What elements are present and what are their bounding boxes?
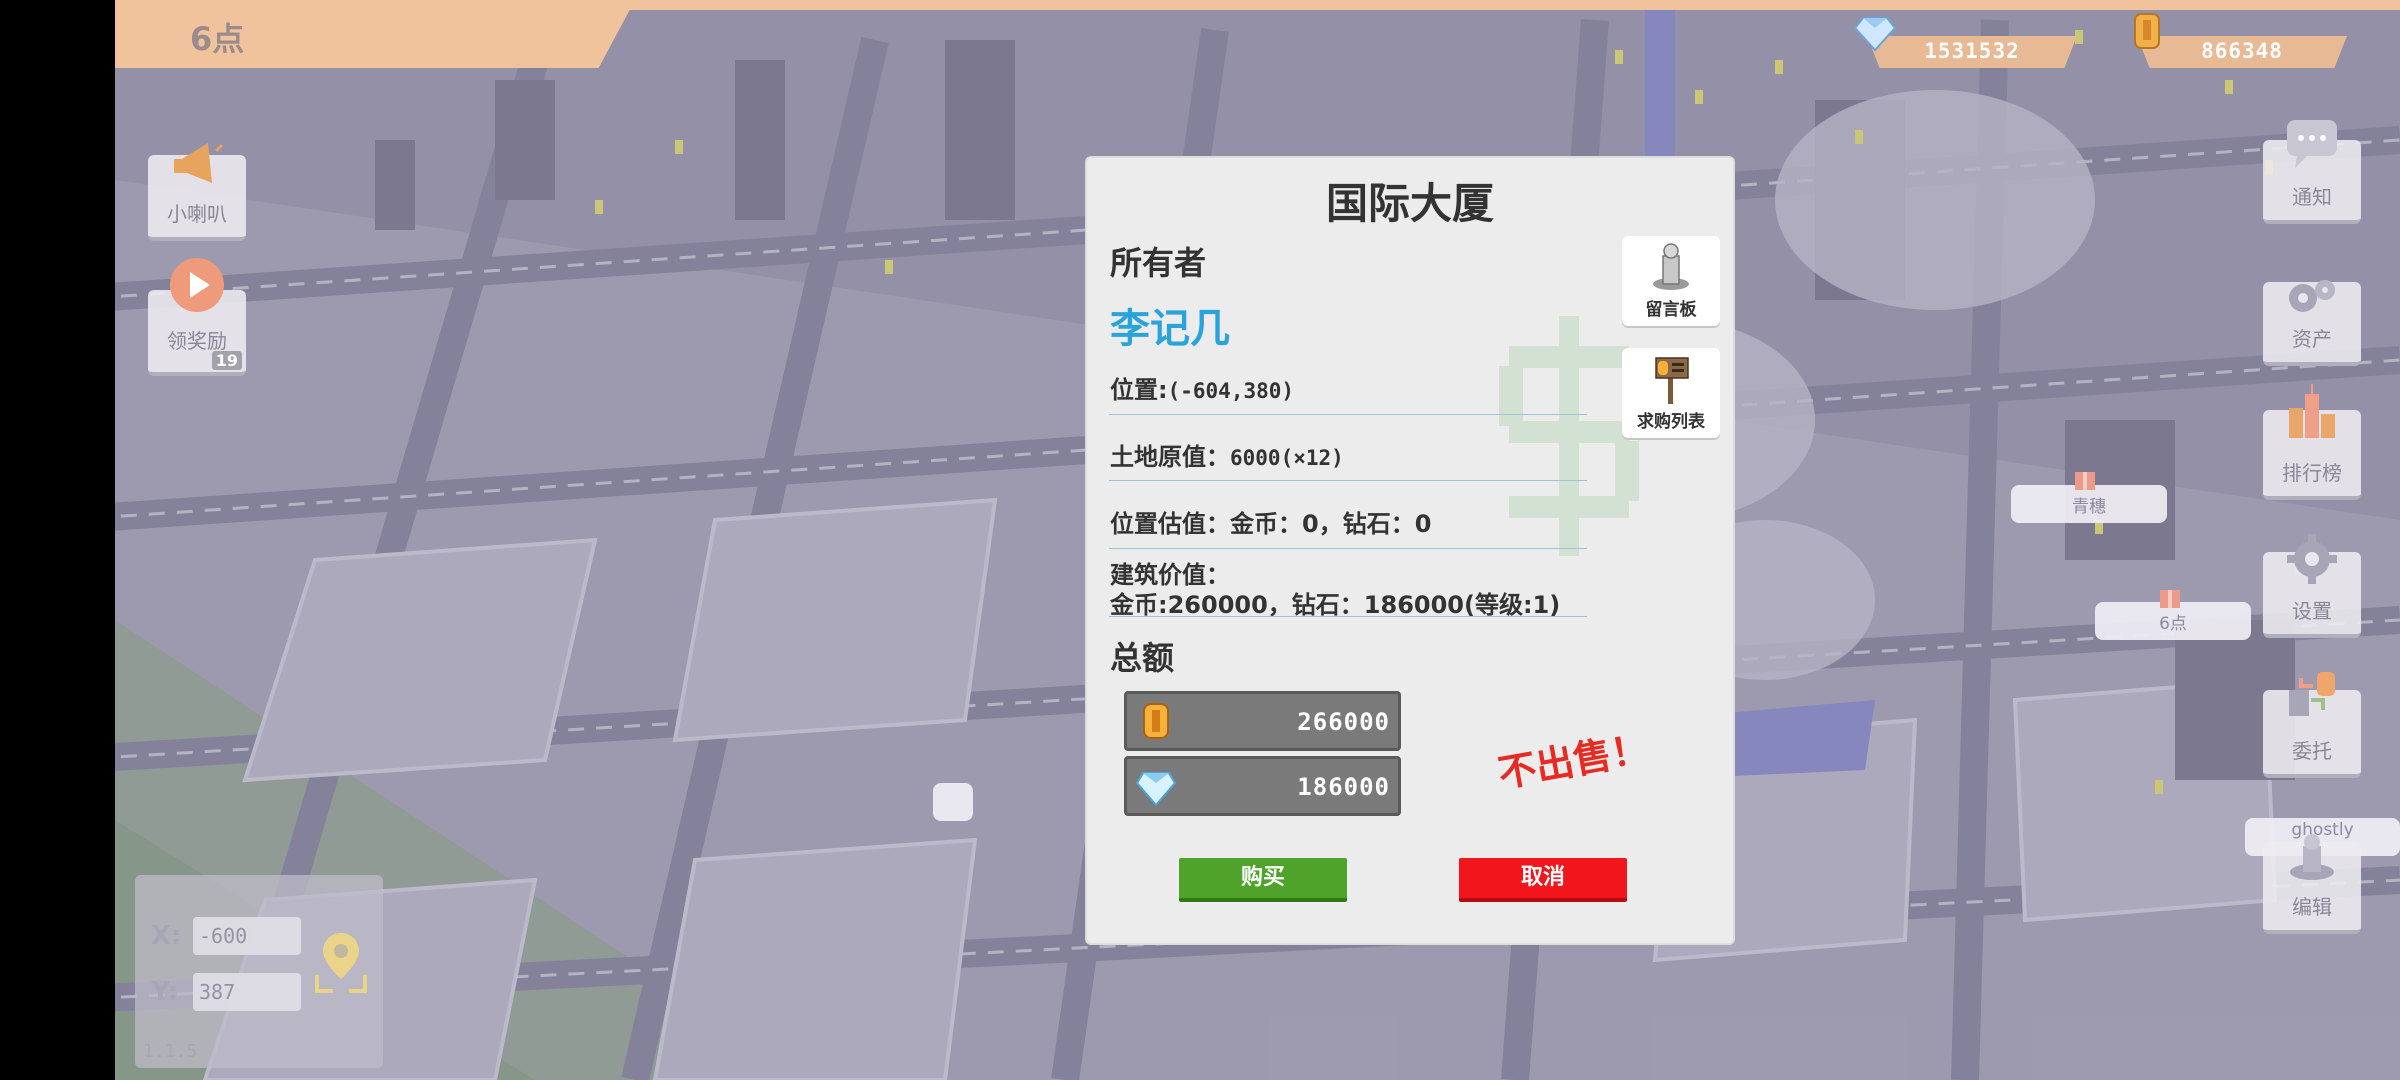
map-bubble-2-label: 6点 <box>2159 614 2187 634</box>
signpost-icon <box>1655 357 1689 404</box>
y-axis-label: Y: <box>151 977 178 1007</box>
divider <box>1109 480 1587 481</box>
y-coordinate-field[interactable]: 387 <box>193 973 301 1011</box>
settings-button[interactable]: 设置 <box>2263 534 2361 638</box>
time-label: 6点 <box>190 20 245 58</box>
statue-icon <box>1653 243 1689 290</box>
notify-label: 通知 <box>2292 185 2332 209</box>
building-chart-icon <box>2289 384 2335 438</box>
speaker-button[interactable]: 小喇叭 <box>148 143 246 241</box>
edit-button[interactable]: 编辑 <box>2263 834 2361 934</box>
coin-icon <box>1143 703 1169 739</box>
buy-button[interactable]: 购买 <box>1179 858 1347 902</box>
rank-label: 排行榜 <box>2282 461 2342 485</box>
diamond-icon <box>1135 772 1177 807</box>
assets-label: 资产 <box>2292 327 2332 351</box>
cancel-button[interactable]: 取消 <box>1459 858 1627 902</box>
rank-button[interactable]: 排行榜 <box>2263 384 2361 500</box>
x-coordinate-field[interactable]: -600 <box>193 917 301 955</box>
building-value: 金币:260000，钻石：186000(等级:1) <box>1110 591 1561 619</box>
chat-bubble-icon <box>2287 120 2337 168</box>
map-bubble-4[interactable] <box>933 783 973 821</box>
locate-pin-icon[interactable] <box>313 925 369 1001</box>
building-info-dialog: 国际大厦 所有者 李记几 位置:(-604,380) 土地原值：6000(×12… <box>1087 158 1733 943</box>
gear-icon <box>2287 534 2337 584</box>
speaker-label: 小喇叭 <box>167 202 227 226</box>
message-board-label: 留言板 <box>1645 300 1697 320</box>
megaphone-icon <box>174 143 224 183</box>
total-diamonds: 186000 <box>1297 773 1390 801</box>
owner-label: 所有者 <box>1110 244 1207 282</box>
reward-button[interactable]: 领奖励 19 <box>148 258 246 376</box>
play-icon <box>170 258 224 312</box>
estimate-label: 位置估值： <box>1110 510 1230 538</box>
version-label: 1.1.5 <box>143 1041 198 1062</box>
settings-label: 设置 <box>2292 599 2332 623</box>
total-label: 总额 <box>1110 639 1175 677</box>
reward-count-badge: 19 <box>211 351 242 370</box>
estimate-row: 位置估值：金币：0，钻石：0 <box>1110 504 1431 539</box>
gift-icon <box>2075 472 2095 490</box>
total-coins: 266000 <box>1297 708 1390 736</box>
building-title: 国际大厦 <box>1325 179 1494 228</box>
total-coins-bar: 266000 <box>1124 691 1401 751</box>
notify-button[interactable]: 通知 <box>2263 120 2361 224</box>
map-bubble-1-label: 青穗 <box>2072 497 2106 517</box>
land-value-label: 土地原值： <box>1110 443 1230 471</box>
owner-name[interactable]: 李记几 <box>1110 296 1230 354</box>
divider <box>1109 414 1587 415</box>
game-view[interactable]: 6点 1531532 866348 小喇叭 领奖励 19 X: -600 Y: … <box>115 0 2400 1080</box>
buy-list-button[interactable]: 求购列表 <box>1622 348 1720 438</box>
total-diamonds-bar: 186000 <box>1124 756 1401 816</box>
diamond-counter: 1531532 <box>1867 36 2077 68</box>
exchange-icon <box>2289 672 2335 716</box>
position-row: 位置:(-604,380) <box>1110 370 1294 405</box>
commission-button[interactable]: 委托 <box>2263 672 2361 778</box>
position-label: 位置: <box>1110 376 1168 404</box>
not-for-sale-label: 不出售！ <box>1494 726 1653 796</box>
commission-label: 委托 <box>2292 739 2332 763</box>
gears-icon <box>2289 280 2335 312</box>
divider <box>1109 548 1587 549</box>
divider <box>1109 616 1587 617</box>
coordinate-panel: X: -600 Y: 387 1.1.5 <box>135 875 383 1068</box>
land-value: 6000(×12) <box>1230 446 1344 470</box>
diamond-count: 1531532 <box>1924 39 2020 63</box>
diamond-icon <box>1853 17 1897 52</box>
message-board-button[interactable]: 留言板 <box>1622 236 1720 326</box>
estimate-value: 金币：0，钻石：0 <box>1230 510 1432 538</box>
assets-button[interactable]: 资产 <box>2263 280 2361 366</box>
buy-list-label: 求购列表 <box>1637 412 1705 432</box>
reward-label: 领奖励 <box>167 329 227 353</box>
edit-label: 编辑 <box>2292 895 2332 919</box>
gift-icon <box>2160 590 2180 608</box>
x-axis-label: X: <box>151 921 182 951</box>
position-value: (-604,380) <box>1167 379 1295 403</box>
land-value-row: 土地原值：6000(×12) <box>1110 437 1344 472</box>
coin-stack-icon <box>2134 13 2160 49</box>
pedestal-icon <box>2290 834 2334 880</box>
